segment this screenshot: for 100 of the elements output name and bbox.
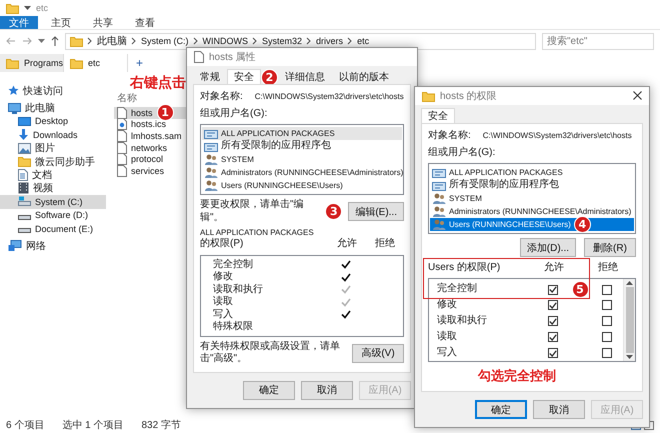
dialog-button[interactable]: 取消 <box>301 380 353 400</box>
folder-icon <box>6 58 19 68</box>
chevron-icon <box>252 37 258 45</box>
dialog-tab[interactable]: 以前的版本 <box>332 69 396 84</box>
folder-tab[interactable]: Programs <box>0 54 64 72</box>
user-list-item[interactable]: ALL APPLICATION PACKAGES <box>202 127 402 140</box>
permission-name: 读取 <box>437 330 457 344</box>
user-list-item[interactable]: SYSTEM <box>430 192 634 205</box>
ribbon-tab[interactable]: 查看 <box>126 16 164 29</box>
column-header: 拒绝 <box>598 262 618 274</box>
users-icon <box>204 154 218 166</box>
close-icon <box>633 91 642 100</box>
nav-item[interactable]: Downloads <box>0 128 106 142</box>
nav-item[interactable]: 文档 <box>0 168 106 182</box>
checkbox[interactable] <box>602 284 612 294</box>
chevron-icon <box>306 37 312 45</box>
file-item[interactable]: lmhosts.sam <box>114 130 190 142</box>
users-icon <box>432 218 446 230</box>
user-list-item[interactable]: SYSTEM <box>202 153 402 166</box>
nav-item[interactable]: Software (D:) <box>0 208 106 222</box>
ribbon-tab[interactable]: 文件 <box>0 16 38 29</box>
new-tab-button[interactable]: + <box>128 54 152 72</box>
nav-item[interactable]: 此电脑 <box>0 101 106 115</box>
object-path: C:\WINDOWS\System32\drivers\etc\hosts <box>482 131 632 142</box>
edit-button[interactable]: 编辑(E)... <box>348 202 404 221</box>
breadcrumb-item[interactable]: etc <box>357 36 370 46</box>
ribbon-tab[interactable]: 共享 <box>84 16 122 29</box>
package-icon <box>204 140 218 152</box>
breadcrumb-item[interactable]: WINDOWS <box>202 36 248 46</box>
nav-item[interactable]: 视频 <box>0 182 106 196</box>
chevron-icon <box>347 37 354 45</box>
nav-item[interactable]: 微云同步助手 <box>0 154 106 168</box>
nav-item[interactable]: Desktop <box>0 114 106 128</box>
status-text: 832 字节 <box>141 418 181 432</box>
user-list-item[interactable]: 所有受限制的应用程序包 <box>430 179 634 192</box>
folder-icon <box>422 90 435 102</box>
dialog-tab[interactable]: 安全 <box>227 69 261 84</box>
nav-item[interactable]: Document (E:) <box>0 222 106 236</box>
file-item[interactable]: hosts.ics <box>114 118 190 130</box>
user-list-item[interactable]: 所有受限制的应用程序包 <box>202 140 402 153</box>
star-icon <box>8 85 19 96</box>
step-badge: 4 <box>574 216 591 233</box>
scrollbar[interactable] <box>623 279 635 361</box>
dialog-tab[interactable]: 安全 <box>421 108 455 123</box>
dialog-button[interactable]: 确定 <box>243 380 295 400</box>
checkbox[interactable] <box>548 348 558 358</box>
file-item[interactable]: networks <box>114 142 190 154</box>
file-item[interactable]: protocol <box>114 153 190 165</box>
user-list-item[interactable]: ALL APPLICATION PACKAGES <box>430 166 634 179</box>
add-button[interactable]: 添加(D)... <box>520 238 576 257</box>
dialog-tab[interactable]: 详细信息 <box>278 69 332 84</box>
user-list-item[interactable]: Administrators (RUNNINGCHEESE\Administrators) <box>430 205 634 218</box>
nav-item[interactable]: 快速访问 <box>0 84 106 98</box>
ribbon-tab[interactable]: 主页 <box>42 16 80 29</box>
checkbox[interactable] <box>602 316 612 326</box>
dialog-tab[interactable]: 常规 <box>193 69 227 84</box>
checkbox[interactable] <box>602 300 612 310</box>
folder-icon <box>70 58 83 68</box>
film-icon <box>18 182 29 194</box>
dialog-button[interactable]: 确定 <box>475 400 527 419</box>
annotation-text: 右键点击 <box>130 74 186 90</box>
dialog-button[interactable]: 取消 <box>533 400 585 419</box>
column-header: 允许 <box>337 238 357 250</box>
file-item[interactable]: services <box>114 164 190 177</box>
checkbox[interactable] <box>548 316 558 326</box>
field-label: 组或用户名(G): <box>200 108 268 120</box>
checkbox[interactable] <box>602 332 612 342</box>
checkbox[interactable] <box>548 332 558 342</box>
user-list-item[interactable]: Administrators (RUNNINGCHEESE\Administrators) <box>202 166 402 179</box>
chevron-icon <box>192 37 199 45</box>
search-field[interactable]: 搜索"etc" <box>542 32 654 50</box>
breadcrumb-item[interactable]: drivers <box>316 36 344 46</box>
field-label: 对象名称: <box>200 91 243 104</box>
object-path: C:\WINDOWS\System32\drivers\etc\hosts <box>254 92 404 102</box>
check-icon <box>549 286 557 293</box>
user-list-item[interactable]: Users (RUNNINGCHEESE\Users) <box>202 179 402 192</box>
step-badge: 3 <box>325 203 342 220</box>
user-list-item[interactable]: Users (RUNNINGCHEESE\Users) 4 <box>430 218 634 231</box>
checkbox[interactable] <box>548 300 558 310</box>
permission-name: 读取和执行 <box>213 284 263 296</box>
dialog-title: hosts 属性 <box>209 50 256 64</box>
remove-button[interactable]: 删除(R) <box>584 238 636 257</box>
checkbox[interactable] <box>602 348 612 358</box>
back-arrow-icon <box>6 37 16 45</box>
breadcrumb-item[interactable]: System32 <box>262 36 302 46</box>
breadcrumb-item[interactable]: 此电脑 <box>97 34 127 48</box>
package-icon <box>432 166 446 178</box>
checkbox[interactable] <box>548 284 558 294</box>
file-icon <box>194 51 204 63</box>
caret-icon <box>38 38 45 44</box>
permission-name: 读取 <box>213 296 233 308</box>
folder-icon <box>6 2 19 14</box>
breadcrumb-item[interactable]: System (C:) <box>141 36 189 46</box>
check-icon <box>549 334 557 340</box>
advanced-button[interactable]: 高级(V) <box>352 344 404 362</box>
nav-item[interactable]: System (C:) <box>0 195 106 209</box>
permissions-heading: 的权限(P) <box>200 238 244 250</box>
nav-item[interactable]: 图片 <box>0 142 106 155</box>
nav-item[interactable]: 网络 <box>0 239 106 253</box>
status-text: 6 个项目 <box>6 419 44 432</box>
